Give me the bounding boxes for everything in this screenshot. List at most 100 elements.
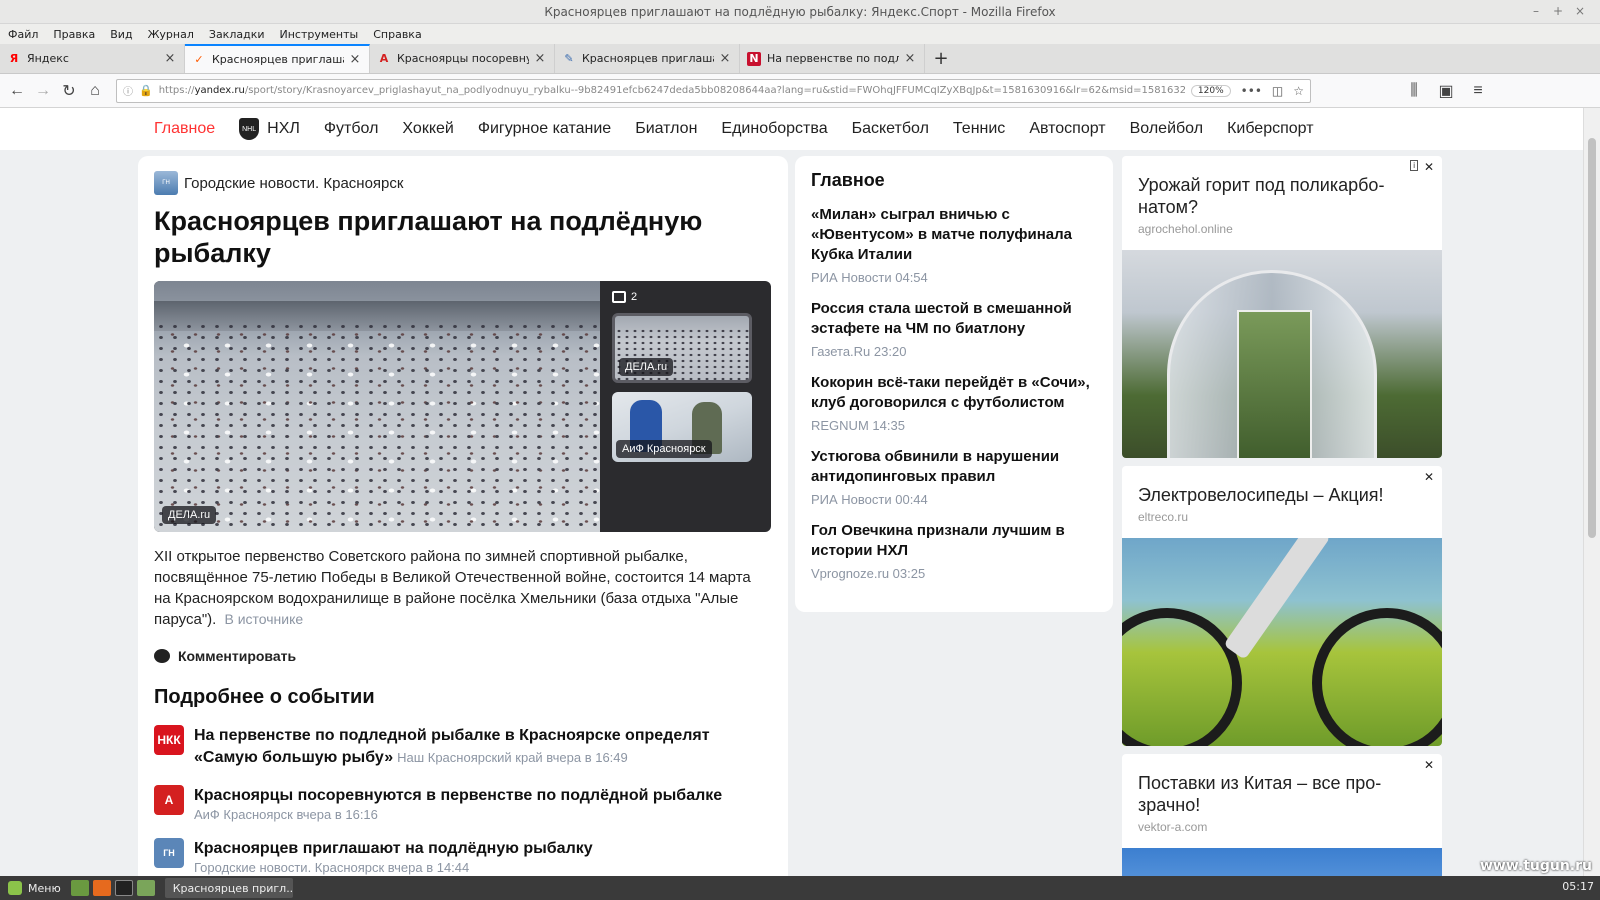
tab-close-icon[interactable]: ×	[533, 51, 547, 66]
news-item[interactable]: Устюгова обвинили в нарушении антидопинг…	[811, 447, 1097, 507]
menu-history[interactable]: Журнал	[148, 28, 194, 41]
sportnav-nhl[interactable]: NHL НХЛ	[239, 118, 300, 140]
sportnav-football[interactable]: Футбол	[324, 120, 379, 138]
source-link[interactable]: В источнике	[224, 611, 303, 627]
news-item[interactable]: Кокорин всё-таки перейдёт в «Сочи», клуб…	[811, 373, 1097, 433]
clock[interactable]: 05:17	[1562, 880, 1594, 893]
related-meta: Городские новости. Красноярск вчера в 14…	[194, 860, 470, 875]
menu-file[interactable]: Файл	[8, 28, 38, 41]
article-card: ГН Городские новости. Красноярск Красноя…	[138, 156, 788, 876]
zoom-level-badge[interactable]: 120%	[1190, 84, 1231, 97]
gallery-thumbnail[interactable]: ДЕЛА.ru	[612, 313, 752, 383]
menu-edit[interactable]: Правка	[53, 28, 95, 41]
tab-close-icon[interactable]: ×	[348, 52, 362, 67]
ad-domain: agrochehol.online	[1138, 222, 1233, 236]
article-headline: Красноярцев приглашают на подлёдную рыба…	[154, 206, 703, 268]
menu-tools[interactable]: Инструменты	[280, 28, 359, 41]
ad-image-crane[interactable]	[1122, 848, 1442, 876]
tab-bar: Я Яндекс × ✓ Красноярцев приглашают н × …	[0, 44, 1600, 74]
ad-info-icon[interactable]: i	[1410, 160, 1418, 171]
news-item[interactable]: Гол Овечкина признали лучшим в истории Н…	[811, 521, 1097, 581]
main-photo[interactable]: ДЕЛА.ru	[154, 281, 600, 532]
tab-aif[interactable]: A Красноярцы посоревнуются ×	[370, 44, 555, 73]
news-item[interactable]: «Милан» сыграл вничью с «Ювентусом» в ма…	[811, 205, 1097, 285]
close-window-icon[interactable]: ×	[1570, 2, 1590, 22]
ad-block[interactable]: ✕ Поставки из Китая – все про-зрачно! ve…	[1122, 754, 1442, 876]
ad-close-icon[interactable]: ✕	[1424, 758, 1434, 772]
related-item[interactable]: НКК На первенстве по подледной рыбалке в…	[154, 725, 772, 769]
new-tab-button[interactable]: +	[925, 44, 957, 73]
tab-close-icon[interactable]: ×	[903, 51, 917, 66]
comment-button[interactable]: Комментировать	[154, 648, 772, 664]
files-launcher-icon[interactable]	[136, 880, 155, 896]
bookmark-star-icon[interactable]: ☆	[1293, 84, 1304, 98]
tab-yandex[interactable]: Я Яндекс ×	[0, 44, 185, 73]
library-icon[interactable]: ⫼	[1401, 78, 1427, 104]
ads-column: i ✕ Урожай горит под поликарбо-натом? ag…	[1122, 156, 1442, 876]
page-scrollbar[interactable]	[1583, 108, 1600, 876]
gallery-thumbnail[interactable]: АиФ Красноярск	[612, 392, 752, 462]
start-menu-button[interactable]: Меню	[0, 881, 69, 895]
photo-source-tag: ДЕЛА.ru	[162, 506, 217, 524]
sportnav-esports[interactable]: Киберспорт	[1227, 120, 1313, 138]
minimize-icon[interactable]: –	[1526, 2, 1546, 22]
main-news-heading: Главное	[811, 170, 885, 190]
back-icon[interactable]: ←	[4, 78, 30, 104]
sidebar-icon[interactable]: ▣	[1433, 78, 1459, 104]
nkk-logo-icon: НКК	[154, 725, 184, 755]
sportnav-basketball[interactable]: Баскетбол	[852, 120, 929, 138]
terminal-launcher-icon[interactable]	[114, 880, 133, 896]
related-meta: Наш Красноярский край вчера в 16:49	[397, 750, 628, 765]
taskbar-window-button[interactable]: Красноярцев пригл...	[164, 878, 293, 898]
hamburger-menu-icon[interactable]: ≡	[1465, 78, 1491, 104]
tab-active-article[interactable]: ✓ Красноярцев приглашают н ×	[185, 44, 370, 73]
ad-close-icon[interactable]: ✕	[1424, 470, 1434, 484]
tab-nkk[interactable]: N На первенстве по подледн ×	[740, 44, 925, 73]
tab-close-icon[interactable]: ×	[718, 51, 732, 66]
related-heading: Подробнее о событии	[154, 686, 375, 708]
related-item[interactable]: ГН Красноярцев приглашают на подлёдную р…	[154, 838, 772, 875]
reload-icon[interactable]: ↻	[56, 78, 82, 104]
show-desktop-icon[interactable]	[70, 880, 89, 896]
tab-close-icon[interactable]: ×	[163, 51, 177, 66]
tab-gornovosti[interactable]: ✎ Красноярцев приглашают н ×	[555, 44, 740, 73]
nhl-logo-icon: NHL	[239, 118, 260, 140]
forward-icon[interactable]: →	[30, 78, 56, 104]
sportnav-martial-arts[interactable]: Единоборства	[721, 120, 827, 138]
menu-bookmarks[interactable]: Закладки	[209, 28, 265, 41]
ad-image-greenhouse[interactable]	[1122, 250, 1442, 458]
tab-label: Красноярцы посоревнуются	[397, 52, 529, 65]
page-actions-icon[interactable]: •••	[1241, 84, 1262, 98]
menubar: Файл Правка Вид Журнал Закладки Инструме…	[0, 24, 1600, 44]
sportnav-tennis[interactable]: Теннис	[953, 120, 1005, 138]
sportnav-main[interactable]: Главное	[154, 120, 215, 138]
ad-block[interactable]: i ✕ Урожай горит под поликарбо-натом? ag…	[1122, 156, 1442, 458]
related-item[interactable]: A Красноярцы посоревнуются в первенстве …	[154, 785, 772, 822]
scrollbar-thumb[interactable]	[1588, 138, 1596, 538]
article-source[interactable]: ГН Городские новости. Красноярск	[154, 171, 772, 195]
sportnav-hockey[interactable]: Хоккей	[402, 120, 453, 138]
sport-navigation: Главное NHL НХЛ Футбол Хоккей Фигурное ка…	[0, 108, 1583, 150]
url-bar[interactable]: ⓘ 🔒 https://yandex.ru/sport/story/Krasno…	[116, 78, 1311, 103]
lock-icon[interactable]: 🔒	[139, 84, 153, 97]
sportnav-volleyball[interactable]: Волейбол	[1130, 120, 1203, 138]
gornovosti-favicon-icon: ✎	[564, 52, 574, 65]
menu-view[interactable]: Вид	[110, 28, 132, 41]
nkk-favicon-icon: N	[747, 51, 761, 66]
pocket-icon[interactable]: ◫	[1272, 84, 1283, 98]
thumbnail-source-tag: АиФ Красноярск	[616, 440, 712, 458]
menu-help[interactable]: Справка	[373, 28, 421, 41]
maximize-icon[interactable]: +	[1548, 2, 1568, 22]
ad-domain: eltreco.ru	[1138, 510, 1189, 524]
home-icon[interactable]: ⌂	[82, 78, 108, 104]
sportnav-motorsport[interactable]: Автоспорт	[1029, 120, 1105, 138]
firefox-launcher-icon[interactable]	[92, 880, 111, 896]
news-item[interactable]: Россия стала шестой в смешанной эстафете…	[811, 299, 1097, 359]
sportnav-figure-skating[interactable]: Фигурное катание	[478, 120, 611, 138]
sportnav-biathlon[interactable]: Биатлон	[635, 120, 697, 138]
ad-block[interactable]: ✕ Электровелосипеды – Акция! eltreco.ru	[1122, 466, 1442, 746]
info-icon[interactable]: ⓘ	[123, 83, 133, 98]
ad-image-ebike[interactable]	[1122, 538, 1442, 746]
ad-close-icon[interactable]: ✕	[1424, 160, 1434, 174]
url-text[interactable]: https://yandex.ru/sport/story/Krasnoyarc…	[159, 85, 1185, 96]
